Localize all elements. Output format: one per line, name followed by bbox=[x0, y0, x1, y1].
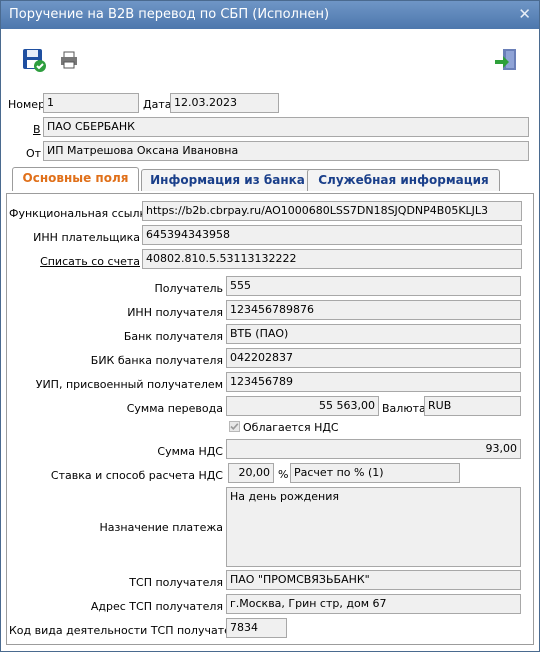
uip-field[interactable]: 123456789 bbox=[226, 372, 521, 392]
recipient-bank-field[interactable]: ВТБ (ПАО) bbox=[226, 324, 521, 344]
exit-icon[interactable] bbox=[493, 47, 519, 73]
from-field[interactable]: ИП Матрешова Оксана Ивановна bbox=[43, 141, 529, 161]
tsp-label: ТСП получателя bbox=[129, 576, 223, 589]
payer-inn-label: ИНН плательщика bbox=[33, 231, 140, 244]
currency-label: Валюта bbox=[382, 402, 426, 415]
recipient-bank-label: Банк получателя bbox=[123, 330, 223, 343]
recipient-inn-field[interactable]: 123456789876 bbox=[226, 300, 521, 320]
date-label: Дата bbox=[143, 98, 172, 111]
to-bank-link[interactable]: В bbox=[33, 123, 41, 136]
number-label: Номер bbox=[8, 98, 46, 111]
window-title: Поручение на B2B перевод по СБП (Исполне… bbox=[9, 7, 330, 22]
func-link-field[interactable]: https://b2b.cbrpay.ru/AO1000680LSS7DN18S… bbox=[142, 201, 522, 221]
amount-label: Сумма перевода bbox=[126, 402, 223, 415]
document-window: Поручение на B2B перевод по СБП (Исполне… bbox=[0, 0, 540, 652]
date-field[interactable]: 12.03.2023 bbox=[170, 93, 279, 113]
percent-sign: % bbox=[278, 468, 289, 481]
recipient-field[interactable]: 555 bbox=[226, 276, 521, 296]
tab-service-info[interactable]: Служебная информация bbox=[307, 169, 500, 191]
tsp-activity-label: Код вида деятельности ТСП получателя bbox=[9, 624, 245, 637]
purpose-label: Назначение платежа bbox=[99, 521, 223, 534]
amount-field[interactable]: 55 563,00 bbox=[226, 396, 379, 416]
vat-checkbox[interactable] bbox=[229, 421, 240, 432]
tab-bank-info[interactable]: Информация из банка bbox=[141, 169, 314, 191]
debit-account-link[interactable]: Списать со счета bbox=[9, 255, 140, 268]
title-bar: Поручение на B2B перевод по СБП (Исполне… bbox=[1, 1, 539, 29]
tsp-address-field[interactable]: г.Москва, Грин стр, дом 67 bbox=[226, 594, 521, 614]
vat-method-field[interactable]: Расчет по % (1) bbox=[290, 463, 460, 483]
to-bank-field[interactable]: ПАО СБЕРБАНК bbox=[43, 117, 529, 137]
tsp-activity-field[interactable]: 7834 bbox=[226, 618, 287, 638]
printer-icon[interactable] bbox=[59, 50, 85, 76]
close-icon[interactable]: ✕ bbox=[518, 5, 531, 23]
vat-rate-field[interactable]: 20,00 bbox=[228, 463, 274, 483]
payer-inn-field[interactable]: 645394343958 bbox=[142, 225, 522, 245]
save-icon[interactable] bbox=[21, 47, 47, 73]
tab-main-fields[interactable]: Основные поля bbox=[12, 167, 139, 191]
tsp-address-label: Адрес ТСП получателя bbox=[90, 600, 223, 613]
tsp-field[interactable]: ПАО "ПРОМСВЯЗЬБАНК" bbox=[226, 570, 521, 590]
recipient-inn-label: ИНН получателя bbox=[127, 306, 223, 319]
number-field[interactable]: 1 bbox=[43, 93, 139, 113]
vat-checkbox-label: Облагается НДС bbox=[243, 421, 339, 434]
recipient-bik-field[interactable]: 042202837 bbox=[226, 348, 521, 368]
from-label: От bbox=[26, 147, 42, 160]
debit-account-field[interactable]: 40802.810.5.53113132222 bbox=[142, 249, 522, 269]
func-link-label: Функциональная ссылка bbox=[9, 207, 153, 220]
vat-rate-label: Ставка и способ расчета НДС bbox=[50, 469, 223, 482]
purpose-field[interactable]: На день рождения bbox=[226, 487, 521, 567]
vat-amount-field[interactable]: 93,00 bbox=[226, 439, 521, 459]
recipient-bik-label: БИК банка получателя bbox=[90, 354, 223, 367]
currency-field[interactable]: RUB bbox=[424, 396, 521, 416]
recipient-label: Получатель bbox=[154, 282, 223, 295]
uip-label: УИП, присвоенный получателем bbox=[35, 378, 223, 391]
vat-amount-label: Сумма НДС bbox=[157, 445, 223, 458]
